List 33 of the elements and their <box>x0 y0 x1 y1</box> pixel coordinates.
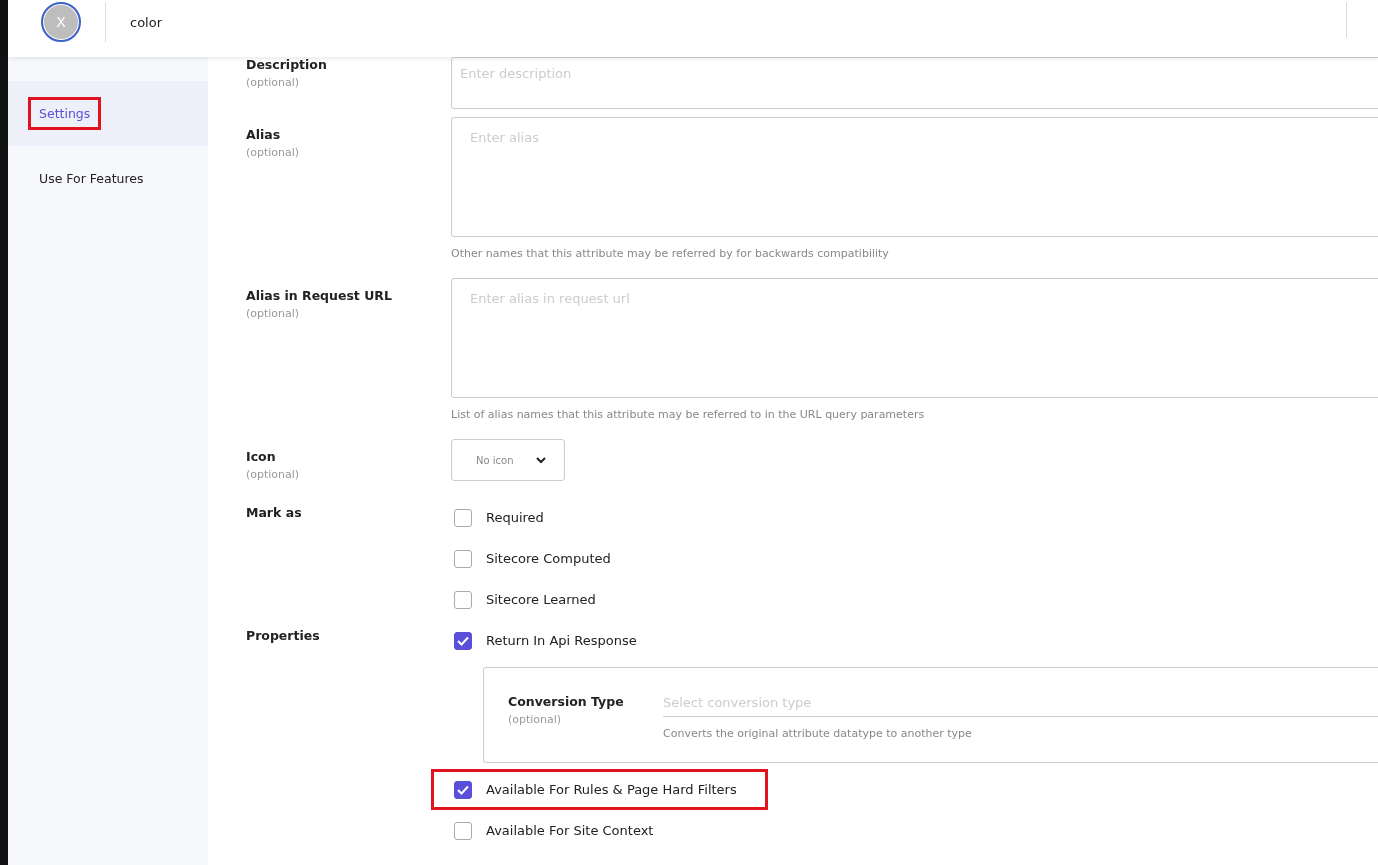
checkbox[interactable] <box>454 508 472 527</box>
optional-note: (optional) <box>246 307 301 320</box>
help-text: List of alias names that this attribute may be referred to in the URL query parameters <box>451 408 926 421</box>
checkbox-label: Sitecore Computed <box>486 551 611 566</box>
icon-dropdown[interactable]: No icon <box>451 439 565 481</box>
help-text: Other names that this attribute may be referred by for backwards compatibility <box>451 247 890 260</box>
checkbox-label: Available For Rules & Page Hard Filters <box>486 782 737 797</box>
optional-note: (optional) <box>246 468 301 481</box>
sidebar-item-label: Settings <box>28 97 102 130</box>
checkbox[interactable] <box>454 821 472 840</box>
checkbox-label: Return In Api Response <box>486 633 637 648</box>
field-label: Conversion Type <box>508 694 625 709</box>
optional-note: (optional) <box>508 713 563 726</box>
checkbox[interactable] <box>454 631 472 650</box>
field-label: Mark as <box>246 505 303 520</box>
checkbox-label: Available For Site Context <box>486 823 654 838</box>
checkbox-label: Required <box>486 510 544 525</box>
checkbox[interactable] <box>454 590 472 609</box>
sidebar-item[interactable]: Use For Features <box>4 146 208 211</box>
checkbox-label: Sitecore Learned <box>486 592 596 607</box>
field-label: Alias in Request URL <box>246 288 393 303</box>
chevron-down-icon <box>536 456 546 464</box>
sidebar-item-label: Use For Features <box>38 170 145 188</box>
checkbox[interactable] <box>454 780 472 799</box>
record-title: color <box>130 14 162 30</box>
field-label: Icon <box>246 449 277 464</box>
help-text: Converts the original attribute datatype to another type <box>663 727 973 740</box>
optional-note: (optional) <box>246 146 301 159</box>
field-label: Alias <box>246 127 282 142</box>
optional-note: (optional) <box>246 76 301 89</box>
field-label: Properties <box>246 628 321 643</box>
checkbox[interactable] <box>454 549 472 568</box>
field-label: Description <box>246 57 328 72</box>
